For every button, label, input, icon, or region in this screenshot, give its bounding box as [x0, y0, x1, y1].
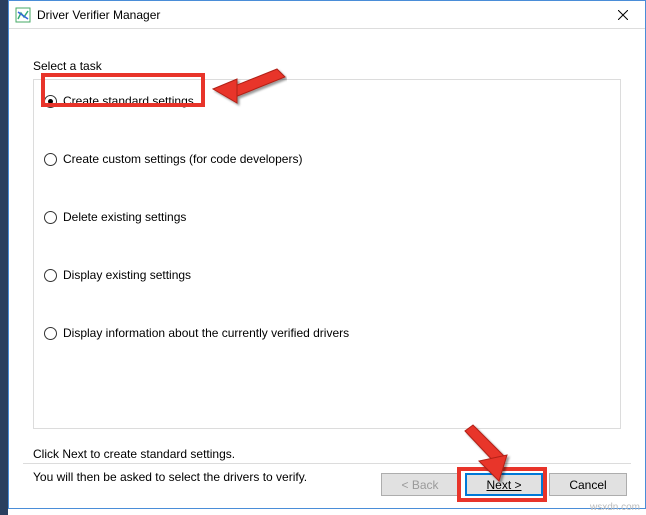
- radio-label: Create standard settings: [63, 94, 194, 108]
- app-icon: [15, 7, 31, 23]
- radio-icon: [44, 327, 57, 340]
- next-label: Next >: [486, 478, 521, 492]
- radio-delete-existing[interactable]: Delete existing settings: [44, 210, 610, 224]
- back-label: < Back: [401, 478, 438, 492]
- radio-icon: [44, 211, 57, 224]
- radio-display-info[interactable]: Display information about the currently …: [44, 326, 610, 340]
- close-button[interactable]: [600, 1, 645, 29]
- radio-create-custom[interactable]: Create custom settings (for code develop…: [44, 152, 610, 166]
- button-row: < Back Next > Cancel: [381, 473, 627, 496]
- radio-icon: [44, 95, 57, 108]
- radio-icon: [44, 269, 57, 282]
- titlebar: Driver Verifier Manager: [9, 1, 645, 29]
- separator: [23, 463, 631, 464]
- titlebar-title: Driver Verifier Manager: [37, 8, 160, 22]
- watermark: wsxdn.com: [590, 502, 640, 513]
- dialog-window: Driver Verifier Manager Select a task Cr…: [8, 0, 646, 509]
- radio-label: Display information about the currently …: [63, 326, 349, 340]
- radio-label: Delete existing settings: [63, 210, 186, 224]
- radio-label: Create custom settings (for code develop…: [63, 152, 302, 166]
- radio-icon: [44, 153, 57, 166]
- content-area: Select a task Create standard settings C…: [9, 29, 645, 499]
- radio-label: Display existing settings: [63, 268, 191, 282]
- next-button[interactable]: Next >: [465, 473, 543, 496]
- radio-display-existing[interactable]: Display existing settings: [44, 268, 610, 282]
- background-edge: [0, 0, 8, 515]
- radio-create-standard[interactable]: Create standard settings: [44, 94, 610, 108]
- options-group: Create standard settings Create custom s…: [33, 79, 621, 429]
- task-label: Select a task: [33, 59, 621, 73]
- back-button: < Back: [381, 473, 459, 496]
- cancel-button[interactable]: Cancel: [549, 473, 627, 496]
- close-icon: [618, 10, 628, 20]
- cancel-label: Cancel: [569, 478, 606, 492]
